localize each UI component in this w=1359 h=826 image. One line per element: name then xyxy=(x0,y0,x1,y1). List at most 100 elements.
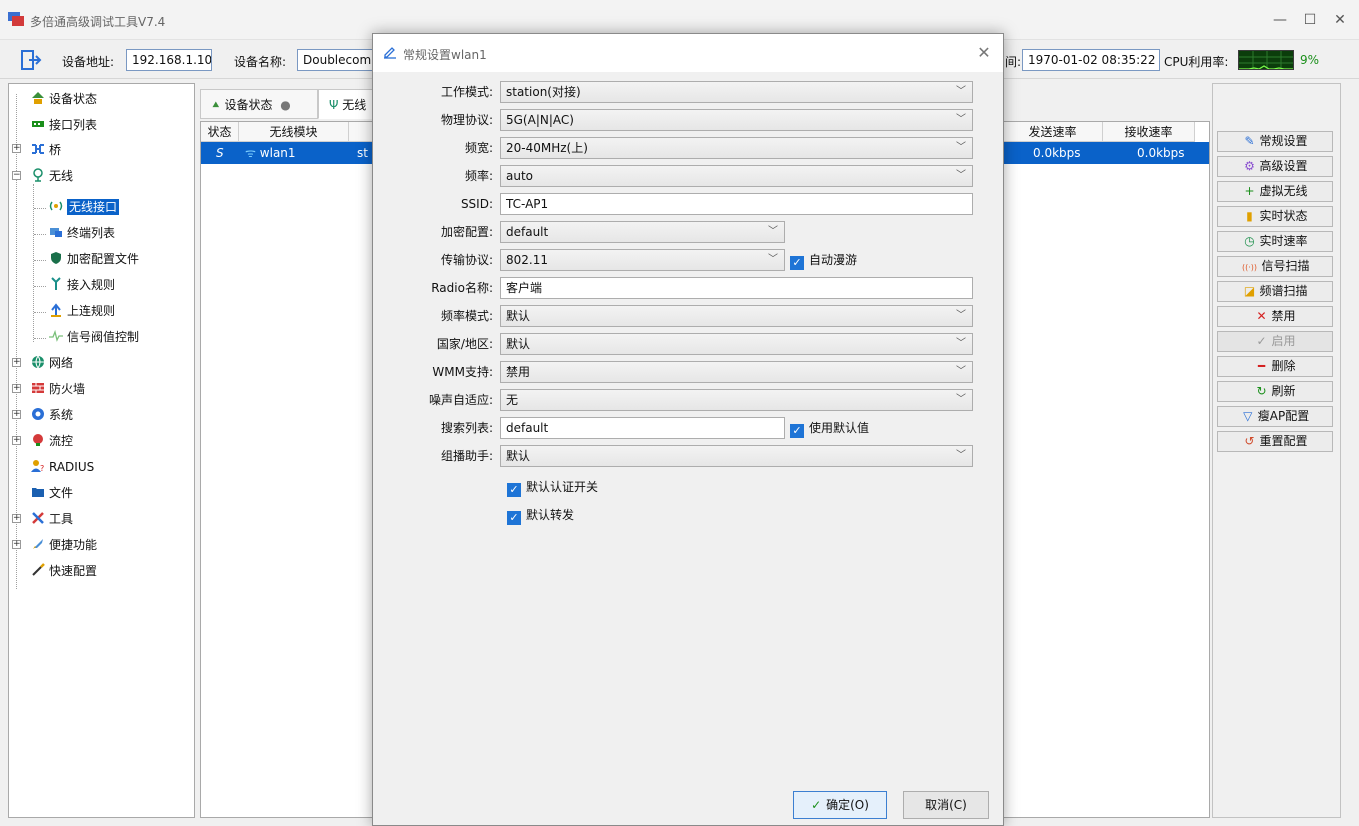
refresh-label: 刷新 xyxy=(1271,384,1296,398)
chevron-down-icon: ﹀ xyxy=(956,394,966,405)
tree-item-quick-functions[interactable]: 便捷功能 xyxy=(31,534,97,556)
action-panel: ✎ 常规设置 ⚙ 高级设置 + 虚拟无线 ▮ 实时状态 ◷ 实时速率 ((·)) 信号扫描 ◪ 频谱扫描 ✕… xyxy=(1212,83,1341,818)
cancel-button[interactable]: 取消(C) xyxy=(903,791,989,819)
ssid-input[interactable]: TC-AP1 xyxy=(500,193,973,215)
column-header-status[interactable]: 状态 xyxy=(201,122,239,142)
close-icon: ✕ xyxy=(1256,309,1267,323)
tree-label: 网络 xyxy=(49,356,74,370)
noise-adapt-select[interactable]: 无 ﹀ xyxy=(500,389,973,411)
expand-system-toggle[interactable]: + xyxy=(12,410,21,419)
general-settings-label: 常规设置 xyxy=(1259,134,1308,148)
expand-tools-toggle[interactable]: + xyxy=(12,514,21,523)
ssid-label: SSID: xyxy=(460,197,493,211)
tree-item-quick-config[interactable]: 快速配置 xyxy=(31,560,97,582)
expand-quick-functions-toggle[interactable]: + xyxy=(12,540,21,549)
work-mode-select[interactable]: station(对接) ﹀ xyxy=(500,81,973,103)
tree-item-uplink-rule[interactable]: 上连规则 xyxy=(49,300,115,322)
advanced-settings-button[interactable]: ⚙ 高级设置 xyxy=(1217,156,1333,177)
wmm-value: 禁用 xyxy=(506,365,531,379)
check-icon: ✓ xyxy=(1256,334,1267,348)
encryption-select[interactable]: default ﹀ xyxy=(500,221,785,243)
spectrum-scan-button[interactable]: ◪ 频谱扫描 xyxy=(1217,281,1333,302)
radio-name-input[interactable]: 客户端 xyxy=(500,277,973,299)
exit-icon[interactable] xyxy=(20,49,42,71)
tree-item-device-status[interactable]: 设备状态 xyxy=(31,88,97,110)
tree-item-wireless-interface[interactable]: 无线接口 xyxy=(49,196,120,218)
tree-label: 系统 xyxy=(49,408,74,422)
close-button[interactable]: ✕ xyxy=(1320,8,1359,32)
row-rx-rate: 0.0kbps xyxy=(1137,146,1185,160)
tree-branch xyxy=(34,338,46,339)
tab-wireless[interactable]: Ψ 无线 xyxy=(318,89,378,119)
expand-firewall-toggle[interactable]: + xyxy=(12,384,21,393)
time-field[interactable]: 1970-01-02 08:35:22 xyxy=(1022,49,1160,71)
chevron-down-icon: ﹀ xyxy=(768,226,778,237)
tree-item-flow-control[interactable]: 流控 xyxy=(31,430,73,452)
tree-item-system[interactable]: 系统 xyxy=(31,404,73,426)
default-auth-checkbox[interactable]: ✓ 默认认证开关 xyxy=(507,479,598,497)
tree-item-firewall[interactable]: 防火墙 xyxy=(31,378,85,400)
tree-label: 工具 xyxy=(49,512,74,526)
column-header-rx-rate[interactable]: 接收速率 xyxy=(1103,122,1195,142)
tree-branch xyxy=(34,312,46,313)
general-settings-button[interactable]: ✎ 常规设置 xyxy=(1217,131,1333,152)
scan-list-input[interactable]: default xyxy=(500,417,785,439)
wmm-select[interactable]: 禁用 ﹀ xyxy=(500,361,973,383)
default-forward-checkbox[interactable]: ✓ 默认转发 xyxy=(507,507,574,525)
radio-name-label: Radio名称: xyxy=(431,281,493,295)
expand-wireless-toggle[interactable]: − xyxy=(12,171,21,180)
reset-config-button[interactable]: ↺ 重置配置 xyxy=(1217,431,1333,452)
device-name-field[interactable]: Doublecom xyxy=(297,49,377,71)
tab-device-status[interactable]: ⯅ 设备状态 ● xyxy=(200,89,318,119)
tree-item-signal-threshold[interactable]: 信号阀值控制 xyxy=(49,326,139,348)
column-header-tx-rate[interactable]: 发送速率 xyxy=(1003,122,1103,142)
realtime-rate-button[interactable]: ◷ 实时速率 xyxy=(1217,231,1333,252)
refresh-button[interactable]: ↻ 刷新 xyxy=(1217,381,1333,402)
tab-close-icon[interactable]: ● xyxy=(280,98,290,112)
tree-label: RADIUS xyxy=(49,460,95,474)
signal-scan-button[interactable]: ((·)) 信号扫描 xyxy=(1217,256,1333,277)
expand-bridge-toggle[interactable]: + xyxy=(12,144,21,153)
signal-threshold-icon xyxy=(49,329,63,342)
tree-item-network[interactable]: 网络 xyxy=(31,352,73,374)
device-address-field[interactable]: 192.168.1.10 xyxy=(126,49,212,71)
chevron-down-icon: ﹀ xyxy=(956,310,966,321)
transport-select[interactable]: 802.11 ﹀ xyxy=(500,249,785,271)
auto-roam-checkbox[interactable]: ✓ 自动漫游 xyxy=(790,252,857,270)
dialog-close-button[interactable]: ✕ xyxy=(973,42,995,64)
country-select[interactable]: 默认 ﹀ xyxy=(500,333,973,355)
bandwidth-select[interactable]: 20-40MHz(上) ﹀ xyxy=(500,137,973,159)
freq-mode-select[interactable]: 默认 ﹀ xyxy=(500,305,973,327)
phy-protocol-select[interactable]: 5G(A|N|AC) ﹀ xyxy=(500,109,973,131)
column-header-mode[interactable] xyxy=(349,122,373,142)
tree-item-tools[interactable]: 工具 xyxy=(31,508,73,530)
tree-item-terminal-list[interactable]: 终端列表 xyxy=(49,222,115,244)
bar-chart-icon: ▮ xyxy=(1246,209,1253,223)
tree-item-access-rule[interactable]: 接入规则 xyxy=(49,274,115,296)
tree-item-bridge[interactable]: 桥 xyxy=(31,139,61,161)
chevron-down-icon: ﹀ xyxy=(956,170,966,181)
device-name-label: 设备名称: xyxy=(234,55,287,69)
ok-button[interactable]: ✓ 确定(O) xyxy=(793,791,887,819)
tree-item-encryption-profile[interactable]: 加密配置文件 xyxy=(49,248,139,270)
enable-button[interactable]: ✓ 启用 xyxy=(1217,331,1333,352)
column-header-module[interactable]: 无线模块 xyxy=(239,122,349,142)
thin-ap-config-button[interactable]: ▽ 瘦AP配置 xyxy=(1217,406,1333,427)
tree-item-file[interactable]: 文件 xyxy=(31,482,73,504)
frequency-select[interactable]: auto ﹀ xyxy=(500,165,973,187)
use-default-checkbox[interactable]: ✓ 使用默认值 xyxy=(790,420,869,438)
tree-label: 快速配置 xyxy=(49,564,98,578)
delete-button[interactable]: ━ 删除 xyxy=(1217,356,1333,377)
disable-button[interactable]: ✕ 禁用 xyxy=(1217,306,1333,327)
noise-adapt-value: 无 xyxy=(506,393,519,407)
tree-item-wireless[interactable]: 无线 xyxy=(31,165,73,187)
app-icon xyxy=(8,12,24,26)
expand-network-toggle[interactable]: + xyxy=(12,358,21,367)
realtime-status-button[interactable]: ▮ 实时状态 xyxy=(1217,206,1333,227)
expand-flow-control-toggle[interactable]: + xyxy=(12,436,21,445)
virtual-wireless-button[interactable]: + 虚拟无线 xyxy=(1217,181,1333,202)
tree-item-interface-list[interactable]: 接口列表 xyxy=(31,114,97,136)
tree-item-radius[interactable]: ? RADIUS xyxy=(31,456,94,478)
firewall-icon xyxy=(32,383,44,393)
multicast-select[interactable]: 默认 ﹀ xyxy=(500,445,973,467)
